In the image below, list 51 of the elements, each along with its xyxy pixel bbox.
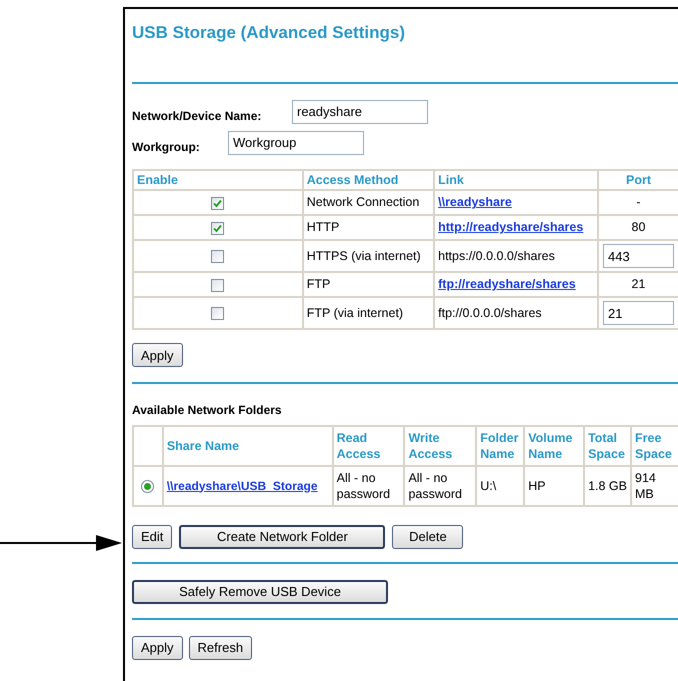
table-cell: HTTP bbox=[306, 220, 340, 234]
table-cell: All - no password bbox=[408, 470, 462, 500]
column-header: Enable bbox=[133, 170, 303, 190]
action-button[interactable]: Apply bbox=[132, 636, 183, 660]
field-label: Network/Device Name: bbox=[132, 108, 262, 124]
checkbox[interactable] bbox=[211, 278, 224, 292]
text-field[interactable]: readyshare bbox=[292, 100, 428, 124]
table-cell: 21 bbox=[632, 277, 646, 292]
column-header: Folder Name bbox=[476, 426, 524, 466]
table-cell: All - no password bbox=[336, 470, 390, 500]
action-button[interactable]: Safely Remove USB Device bbox=[132, 580, 388, 604]
port-field[interactable]: 21 bbox=[603, 301, 674, 326]
checkbox[interactable] bbox=[211, 222, 224, 235]
column-header: Link bbox=[434, 170, 598, 190]
checkmark-icon bbox=[213, 224, 222, 233]
table-cell: FTP (via internet) bbox=[306, 306, 404, 320]
checkmark-icon bbox=[213, 198, 222, 208]
column-header: Access Method bbox=[302, 170, 434, 190]
table-cell: 1.8 GB bbox=[588, 478, 627, 492]
column-header: Total Space bbox=[584, 426, 632, 466]
column-header: Write Access bbox=[404, 426, 476, 466]
action-button[interactable]: Create Network Folder bbox=[179, 524, 386, 548]
column-header: Free Space bbox=[631, 426, 678, 466]
action-button[interactable]: Delete bbox=[392, 524, 464, 548]
page-title: USB Storage (Advanced Settings) bbox=[132, 22, 406, 44]
table-cell: FTP bbox=[306, 277, 330, 292]
table-cell: HTTPS (via internet) bbox=[306, 248, 421, 263]
action-button[interactable]: Edit bbox=[132, 524, 172, 548]
pointer-arrow-icon bbox=[0, 533, 122, 553]
table-cell: HP bbox=[528, 478, 546, 492]
column-header: Read Access bbox=[332, 426, 404, 466]
action-button[interactable]: Apply bbox=[132, 343, 183, 368]
field-label: Workgroup: bbox=[132, 138, 201, 156]
text-field[interactable]: Workgroup bbox=[228, 130, 364, 154]
table-cell: - bbox=[636, 195, 641, 210]
column-header: Share Name bbox=[162, 426, 333, 466]
checkbox[interactable] bbox=[211, 307, 224, 320]
column-header: Volume Name bbox=[524, 426, 584, 466]
port-field[interactable]: 443 bbox=[603, 244, 674, 268]
table-cell: 80 bbox=[632, 220, 646, 234]
table-cell: ftp://0.0.0.0/shares bbox=[438, 306, 542, 320]
table-cell: U:\ bbox=[480, 478, 496, 492]
checkbox[interactable] bbox=[211, 250, 224, 264]
table-cell: 914 MB bbox=[635, 470, 656, 500]
column-header: Port bbox=[598, 170, 678, 190]
radio-button[interactable] bbox=[141, 480, 154, 493]
action-button[interactable]: Refresh bbox=[188, 636, 252, 660]
section-heading: Available Network Folders bbox=[132, 402, 283, 418]
table-cell: Network Connection bbox=[306, 195, 420, 210]
table-cell: https://0.0.0.0/shares bbox=[438, 248, 555, 263]
checkbox[interactable] bbox=[211, 196, 224, 210]
